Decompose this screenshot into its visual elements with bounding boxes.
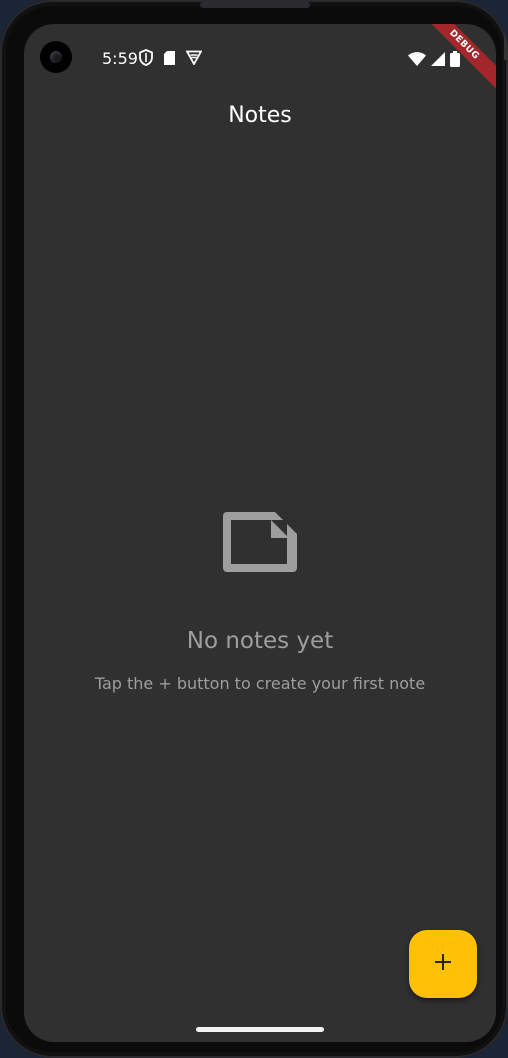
status-system-icons: [408, 51, 460, 67]
note-icon: [24, 508, 496, 576]
app-screen: 5:59 DEBUG Notes No notes yet Tap the + …: [24, 24, 496, 1042]
phone-frame: 5:59 DEBUG Notes No notes yet Tap the + …: [0, 0, 508, 1058]
status-bar: 5:59 DEBUG: [24, 24, 496, 94]
gesture-nav-handle[interactable]: [196, 1027, 324, 1032]
front-camera: [40, 41, 72, 73]
plus-icon: [433, 952, 453, 976]
status-time: 5:59: [102, 49, 138, 68]
shield-icon: [139, 49, 153, 66]
add-note-button[interactable]: [409, 930, 477, 998]
battery-icon: [450, 51, 460, 67]
empty-state-subtitle: Tap the + button to create your first no…: [94, 674, 426, 693]
sd-card-icon: [163, 50, 176, 66]
status-notification-icons: [139, 49, 202, 66]
page-title: Notes: [228, 103, 292, 128]
wifi-icon: [408, 52, 426, 66]
side-button: [504, 0, 508, 60]
empty-state-title: No notes yet: [186, 628, 334, 654]
empty-state: No notes yet Tap the + button to create …: [24, 508, 496, 694]
earpiece-speaker: [200, 2, 310, 8]
cell-signal-icon: [431, 52, 445, 66]
vpn-key-icon: [186, 50, 202, 65]
